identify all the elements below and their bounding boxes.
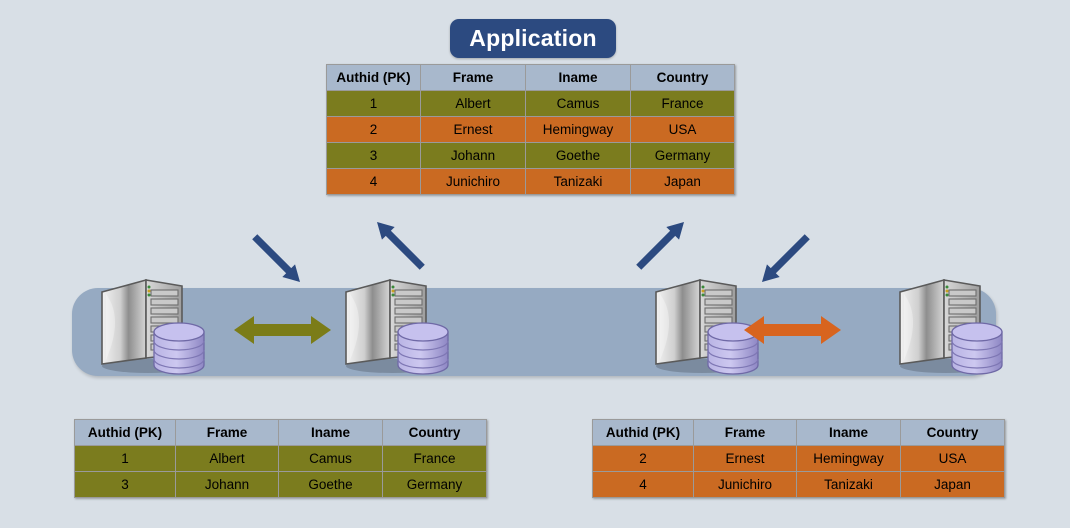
cell-authid: 1 [326, 90, 421, 117]
table-header-row: Authid (PK) Frame Iname Country [326, 64, 735, 91]
server-db-icon [101, 278, 205, 375]
cell-iname: Camus [525, 90, 631, 117]
cell-authid: 3 [74, 471, 176, 498]
application-badge: Application [450, 19, 616, 58]
diagram-canvas: Application Authid (PK) Frame Iname Coun… [0, 0, 1070, 528]
cell-iname: Tanizaki [796, 471, 901, 498]
cell-frame: Albert [175, 445, 279, 472]
column-header-country: Country [382, 419, 487, 446]
column-header-frame: Frame [693, 419, 797, 446]
column-header-country: Country [630, 64, 735, 91]
cell-authid: 4 [326, 168, 421, 195]
database-server-node-1 [96, 270, 216, 375]
database-server-node-4 [894, 270, 1014, 375]
cell-iname: Hemingway [796, 445, 901, 472]
shard-green-table: Authid (PK) Frame Iname Country 1 Albert… [74, 419, 487, 498]
cell-country: Germany [630, 142, 735, 169]
server-db-icon [345, 278, 449, 375]
cell-frame: Junichiro [693, 471, 797, 498]
shard-orange-table: Authid (PK) Frame Iname Country 2 Ernest… [592, 419, 1005, 498]
server-db-icon [655, 278, 759, 375]
column-header-frame: Frame [420, 64, 526, 91]
cell-country: USA [630, 116, 735, 143]
database-cylinder [951, 322, 1003, 375]
column-header-authid: Authid (PK) [326, 64, 421, 91]
table-row: 2 Ernest Hemingway USA [326, 116, 735, 143]
cell-authid: 3 [326, 142, 421, 169]
cell-iname: Tanizaki [525, 168, 631, 195]
cell-iname: Camus [278, 445, 383, 472]
cell-iname: Hemingway [525, 116, 631, 143]
table-header-row: Authid (PK) Frame Iname Country [74, 419, 487, 446]
cell-frame: Junichiro [420, 168, 526, 195]
column-header-frame: Frame [175, 419, 279, 446]
table-row: 3 Johann Goethe Germany [326, 142, 735, 169]
application-table: Authid (PK) Frame Iname Country 1 Albert… [326, 64, 735, 195]
cell-frame: Albert [420, 90, 526, 117]
cell-country: France [382, 445, 487, 472]
table-row: 2 Ernest Hemingway USA [592, 445, 1005, 472]
column-header-iname: Iname [796, 419, 901, 446]
cell-country: Japan [900, 471, 1005, 498]
cell-authid: 4 [592, 471, 694, 498]
cell-frame: Ernest [693, 445, 797, 472]
database-cylinder [397, 322, 449, 375]
column-header-authid: Authid (PK) [592, 419, 694, 446]
table-row: 4 Junichiro Tanizaki Japan [592, 471, 1005, 498]
column-header-iname: Iname [525, 64, 631, 91]
database-cylinder [153, 322, 205, 375]
cell-frame: Johann [420, 142, 526, 169]
cell-frame: Ernest [420, 116, 526, 143]
cell-authid: 1 [74, 445, 176, 472]
database-server-node-2 [340, 270, 460, 375]
table-row: 1 Albert Camus France [326, 90, 735, 117]
application-badge-label: Application [469, 25, 597, 51]
column-header-iname: Iname [278, 419, 383, 446]
cell-country: Germany [382, 471, 487, 498]
column-header-country: Country [900, 419, 1005, 446]
table-row: 3 Johann Goethe Germany [74, 471, 487, 498]
cell-authid: 2 [592, 445, 694, 472]
table-row: 4 Junichiro Tanizaki Japan [326, 168, 735, 195]
cell-iname: Goethe [278, 471, 383, 498]
table-header-row: Authid (PK) Frame Iname Country [592, 419, 1005, 446]
database-cylinder [707, 322, 759, 375]
column-header-authid: Authid (PK) [74, 419, 176, 446]
cell-country: USA [900, 445, 1005, 472]
database-server-node-3 [650, 270, 770, 375]
table-row: 1 Albert Camus France [74, 445, 487, 472]
cell-iname: Goethe [525, 142, 631, 169]
cell-country: France [630, 90, 735, 117]
cell-country: Japan [630, 168, 735, 195]
cell-frame: Johann [175, 471, 279, 498]
cell-authid: 2 [326, 116, 421, 143]
server-db-icon [899, 278, 1003, 375]
